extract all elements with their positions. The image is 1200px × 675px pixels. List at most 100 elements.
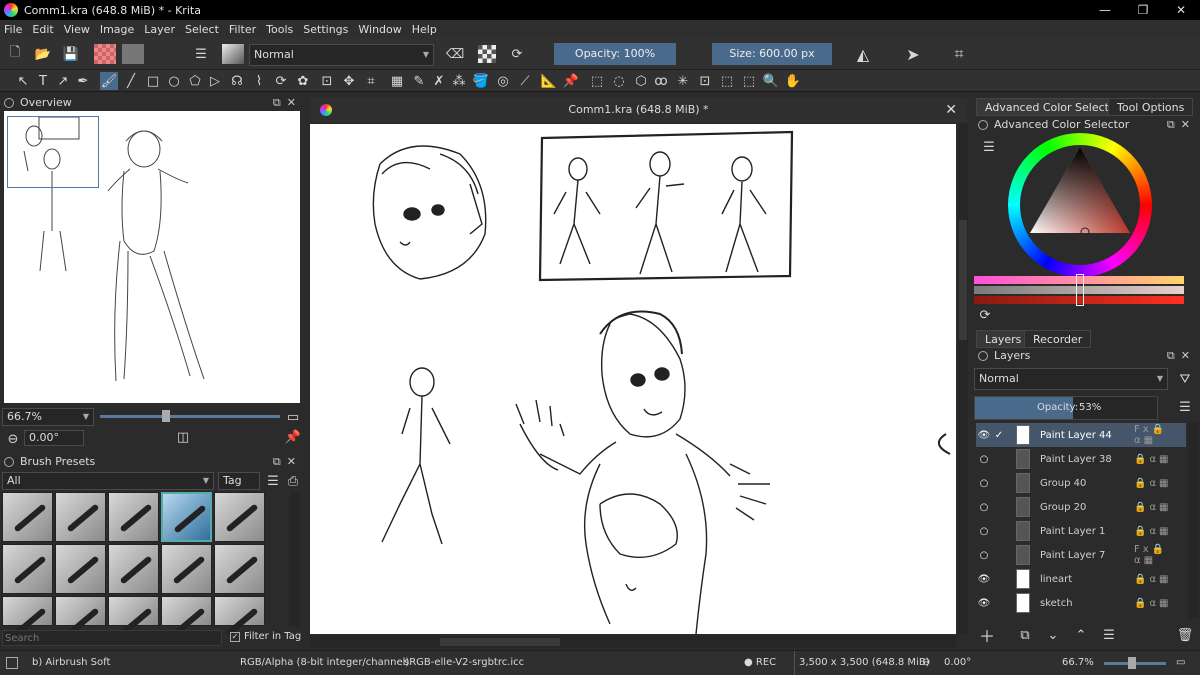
layer-row[interactable]: 👁 lineart 🔒α▦ [976,567,1186,591]
layers-scrollbar[interactable] [1188,422,1198,618]
status-rec[interactable]: ● REC [744,651,776,675]
docker-controls[interactable]: ⧉✕ [273,95,302,111]
close-document-icon[interactable]: ✕ [945,98,957,122]
polygon-select-icon[interactable]: ⬡ [632,72,650,90]
gradient-tool-icon[interactable]: ▦ [388,72,406,90]
pin-icon[interactable]: 📌 [284,428,302,446]
color-settings-icon[interactable]: ☰ [980,138,998,156]
color-picker-icon[interactable]: ✎ [410,72,428,90]
color-refresh-icon[interactable]: ⟳ [976,306,994,324]
layer-row[interactable]: ○ Paint Layer 1 🔒α▦ [976,519,1186,543]
layer-properties-icons[interactable]: 🔒α▦ [1134,454,1186,465]
brush-preset-eraser[interactable] [2,492,53,542]
layer-properties-icons[interactable]: 🔒α▦ [1134,502,1186,513]
status-rotation[interactable]: 0.00° [944,651,971,675]
menu-help[interactable]: Help [412,23,437,36]
blend-mode-select[interactable]: Normal ▼ [249,44,434,66]
menu-tools[interactable]: Tools [266,23,293,36]
vertical-scroll-thumb[interactable] [959,220,967,340]
reload-preset-icon[interactable]: ⟳ [508,45,526,63]
brush-preset-ink-pen[interactable] [2,544,53,594]
add-layer-icon[interactable]: ＋ [978,626,996,646]
brush-preset-pencil[interactable] [108,544,159,594]
menu-select[interactable]: Select [185,23,219,36]
brush-preset-blue-pencil[interactable] [161,596,212,626]
document-tab[interactable]: Comm1.kra (648.8 MiB) * ✕ [310,98,967,122]
colorize-mask-icon[interactable]: ✗ [430,72,448,90]
layer-filter-icon[interactable]: ⛛ [1176,370,1194,388]
layer-blend-mode-select[interactable]: Normal ▼ [974,368,1168,390]
color-slider-handle[interactable] [1076,274,1084,306]
canvas-horizontal-scrollbar[interactable] [310,636,956,648]
menu-file[interactable]: File [4,23,22,36]
brush-preset-marker[interactable] [55,492,106,542]
magnetic-select-icon[interactable]: ⬚ [740,72,758,90]
measure-tool-icon[interactable]: 📐 [540,72,558,90]
move-tool-icon[interactable]: ✥ [340,72,358,90]
rectangle-tool-icon[interactable]: □ [144,72,162,90]
tab-layers[interactable]: Layers [976,330,1031,348]
duplicate-layer-icon[interactable]: ⧉ [1016,626,1034,644]
brush-preset-button[interactable] [222,44,244,64]
bezier-tool-icon[interactable]: ☊ [228,72,246,90]
layer-row[interactable]: ○ Group 40 🔒α▦ [976,471,1186,495]
zoom-slider[interactable] [100,415,280,418]
layer-row[interactable]: ○ Group 20 🔒α▦ [976,495,1186,519]
visibility-eye-icon[interactable]: 👁 [976,598,992,609]
pan-tool-icon[interactable]: ✋ [784,72,802,90]
visibility-hidden-icon[interactable]: ○ [976,526,992,537]
filter-in-tag-checkbox[interactable]: ✓ [230,632,240,642]
layer-row[interactable]: 👁 sketch 🔒α▦ [976,591,1186,615]
visibility-eye-icon[interactable]: 👁 [976,574,992,585]
list-view-icon[interactable]: ☰ [264,472,282,490]
open-document-icon[interactable]: 📂 [34,45,52,63]
layer-opacity-slider[interactable]: Opacity: 53% [974,396,1158,420]
menu-filter[interactable]: Filter [229,23,256,36]
docker-controls[interactable]: ⧉✕ [1167,117,1196,133]
menu-window[interactable]: Window [358,23,401,36]
polygon-tool-icon[interactable]: ⬠ [186,72,204,90]
canvas-vertical-scrollbar[interactable] [958,124,968,634]
zoom-select[interactable]: 66.7% ▼ [2,408,94,426]
import-icon[interactable]: ⎙ [284,472,302,490]
brush-preset-blender[interactable] [108,596,159,626]
brush-preset-paint[interactable] [2,596,53,626]
menu-edit[interactable]: Edit [32,23,53,36]
rect-select-icon[interactable]: ⬚ [588,72,606,90]
size-slider[interactable]: Size: 600.00 px [712,43,832,65]
brush-preset-brush-pen[interactable] [161,544,212,594]
transform-tool-icon[interactable]: ⊡ [318,72,336,90]
layer-properties-icons[interactable]: 🔒α▦ [1134,574,1186,585]
move-layer-up-icon[interactable]: ⌃ [1072,626,1090,644]
move-layer-down-icon[interactable]: ⌄ [1044,626,1062,644]
mirror-vertical-icon[interactable]: ➤ [904,45,922,64]
eraser-icon[interactable]: ⌫ [446,45,464,63]
crop-tool-icon[interactable]: ⌗ [362,72,380,90]
layer-properties-icons[interactable]: Fx🔒α▦ [1134,424,1186,446]
freehand-select-icon[interactable]: ꝏ [652,72,670,90]
docker-controls[interactable]: ⧉✕ [273,454,302,470]
layer-properties-icons[interactable]: 🔒α▦ [1134,526,1186,537]
layer-properties-icon[interactable]: ☰ [1100,626,1118,644]
menu-settings[interactable]: Settings [303,23,348,36]
dynamic-brush-icon[interactable]: ⟳ [272,72,290,90]
delete-layer-icon[interactable]: 🗑 [1176,626,1194,644]
status-zoom[interactable]: 66.7% [1062,651,1094,675]
mirror-horizontal-icon[interactable]: ◭ [854,45,872,64]
layer-row[interactable]: 👁 ✓ Paint Layer 44 Fx🔒α▦ [976,423,1186,447]
layer-properties-icons[interactable]: 🔒α▦ [1134,478,1186,489]
zoom-slider-handle[interactable] [162,410,170,422]
drawing-canvas[interactable] [310,124,956,634]
brush-filter-select[interactable]: All ▼ [2,472,214,490]
wrap-around-icon[interactable]: ⌗ [950,44,968,63]
save-icon[interactable]: 💾 [62,45,80,63]
menu-layer[interactable]: Layer [144,23,175,36]
select-shapes-icon[interactable]: ↖ [14,72,32,90]
brush-preset-watercolor[interactable] [55,596,106,626]
visibility-hidden-icon[interactable]: ○ [976,502,992,513]
visibility-eye-icon[interactable]: 👁 [976,430,992,441]
brush-preset-soft-pencil[interactable] [214,544,265,594]
layer-properties-icons[interactable]: Fx🔒α▦ [1134,544,1186,566]
layer-row[interactable]: ○ Paint Layer 7 Fx🔒α▦ [976,543,1186,567]
zoom-tool-icon[interactable]: 🔍 [762,72,780,90]
